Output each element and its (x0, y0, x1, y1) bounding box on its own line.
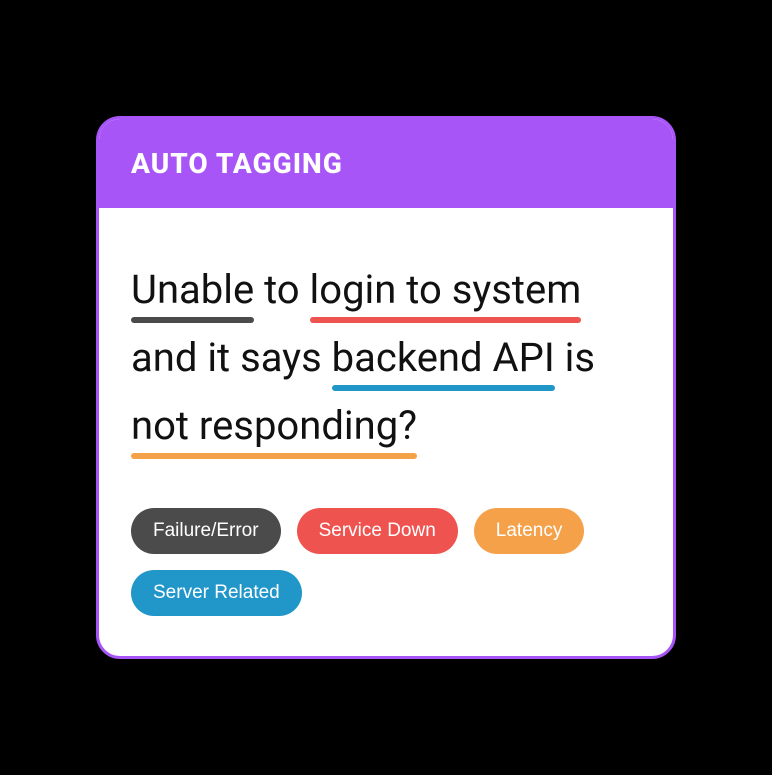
tag-service-down[interactable]: Service Down (297, 508, 458, 554)
card-header: AUTO TAGGING (99, 119, 673, 208)
message-plain: is (555, 334, 595, 381)
message-plain: and it says (131, 334, 332, 381)
message-plain: to (254, 266, 309, 313)
tag-latency[interactable]: Latency (474, 508, 585, 554)
highlight-dark: Unable (131, 266, 254, 313)
highlight-red: login to system (310, 266, 582, 313)
message-text: Unable to login to system and it says ba… (131, 256, 641, 460)
highlight-blue: backend API (332, 334, 555, 381)
auto-tagging-card: AUTO TAGGING Unable to login to system a… (96, 116, 676, 659)
tag-list: Failure/Error Service Down Latency Serve… (131, 508, 641, 616)
card-title: AUTO TAGGING (131, 147, 641, 180)
tag-failure-error[interactable]: Failure/Error (131, 508, 281, 554)
highlight-orange: not responding? (131, 402, 417, 449)
tag-server-related[interactable]: Server Related (131, 570, 302, 616)
card-body: Unable to login to system and it says ba… (99, 208, 673, 656)
